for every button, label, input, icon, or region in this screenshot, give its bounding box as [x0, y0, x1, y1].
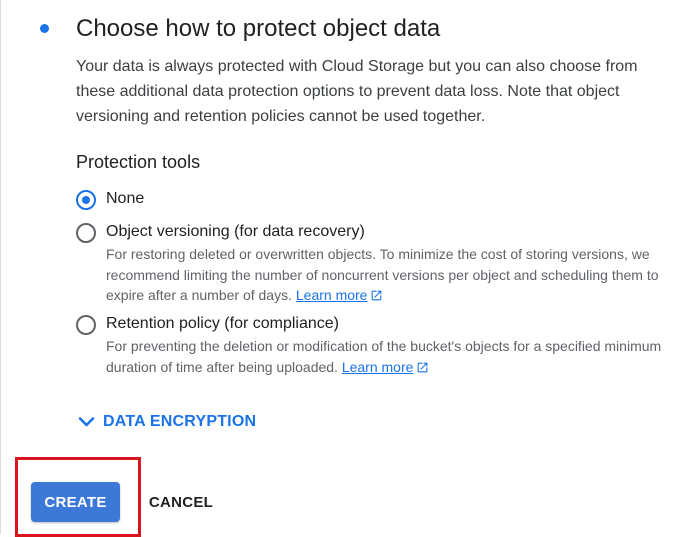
- stepper-rail: [0, 0, 1, 534]
- retention-policy-description: For preventing the deletion or modificat…: [106, 336, 681, 377]
- radio-button-object-versioning[interactable]: [76, 223, 96, 243]
- learn-more-link-label: Learn more: [295, 287, 368, 303]
- section-intro: Your data is always protected with Cloud…: [76, 58, 638, 125]
- cancel-button[interactable]: CANCEL: [138, 482, 224, 522]
- protection-tools-heading: Protection tools: [76, 152, 201, 172]
- radio-label-none: None: [106, 190, 145, 207]
- external-link-icon: [372, 290, 382, 301]
- data-encryption-label: DATA ENCRYPTION: [103, 413, 257, 430]
- data-encryption-toggle[interactable]: DATA ENCRYPTION: [78, 411, 256, 433]
- create-button[interactable]: CREATE: [31, 482, 120, 522]
- radio-button-none[interactable]: [76, 190, 96, 210]
- radio-label-retention-policy: Retention policy (for compliance): [106, 315, 339, 332]
- object-versioning-description: For restoring deleted or overwritten obj…: [106, 244, 681, 306]
- chevron-down-icon: [78, 417, 95, 427]
- step-marker-dot-icon: [40, 24, 49, 33]
- radio-label-object-versioning: Object versioning (for data recovery): [106, 223, 365, 240]
- radio-button-retention-policy[interactable]: [76, 315, 96, 335]
- learn-more-link-versioning[interactable]: Learn more: [296, 287, 384, 303]
- section-title: Choose how to protect object data: [76, 15, 441, 42]
- external-link-icon: [418, 362, 428, 372]
- learn-more-link-label: Learn more: [341, 358, 414, 375]
- learn-more-link-retention[interactable]: Learn more: [342, 359, 430, 375]
